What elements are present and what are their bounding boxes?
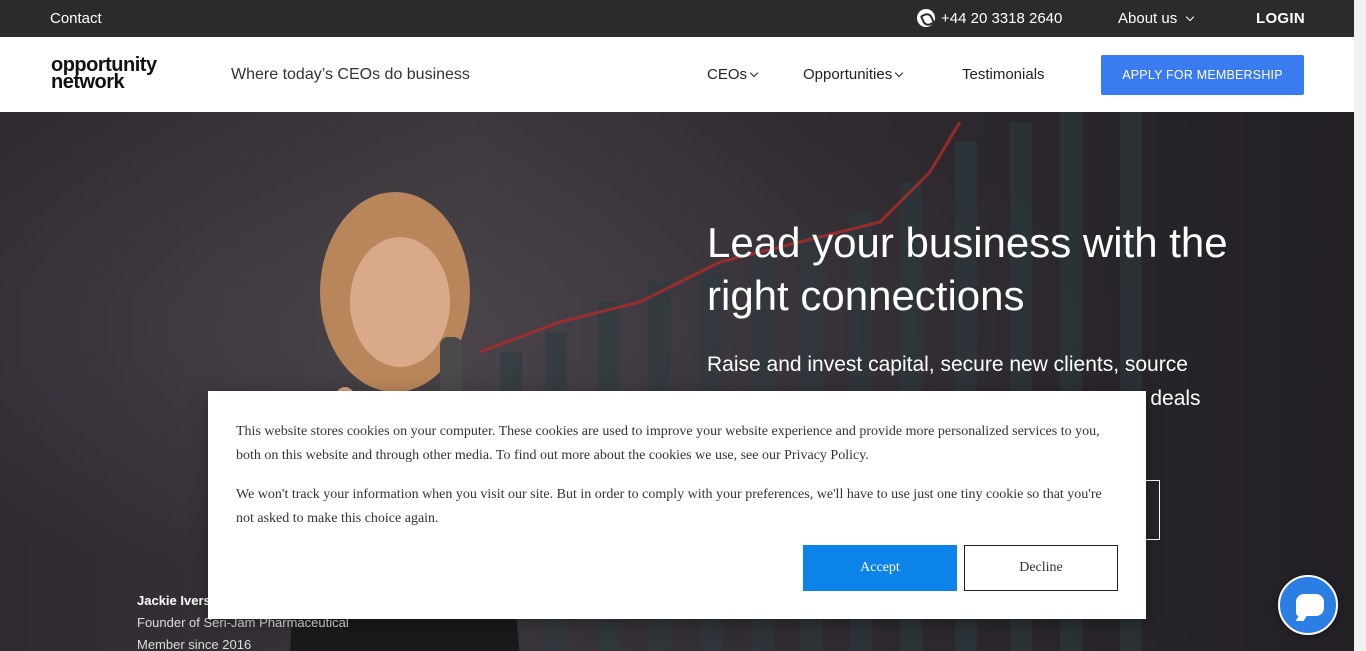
login-link[interactable]: LOGIN: [1256, 10, 1305, 27]
phone-link[interactable]: +44 20 3318 2640: [917, 9, 1062, 27]
chat-icon: [1296, 594, 1324, 616]
accept-cookies-button[interactable]: Accept: [803, 545, 957, 591]
decline-cookies-button[interactable]: Decline: [964, 545, 1118, 591]
chevron-down-icon: [749, 68, 759, 77]
chat-launcher-button[interactable]: [1278, 575, 1338, 635]
about-us-label: About us: [1118, 10, 1178, 27]
about-us-menu[interactable]: About us: [1118, 10, 1195, 27]
main-navigation: opportunity network Where today’s CEOs d…: [0, 37, 1354, 112]
nav-item-label: Opportunities: [803, 66, 893, 83]
chevron-down-icon: [894, 68, 904, 77]
nav-item-label: CEOs: [707, 66, 748, 83]
cookie-text-primary: This website stores cookies on your comp…: [236, 424, 1100, 463]
apply-for-membership-button[interactable]: APPLY FOR MEMBERSHIP: [1101, 55, 1304, 95]
cookie-text-secondary: We won't track your information when you…: [236, 487, 1102, 526]
hero-subheadline-line1: Raise and invest capital, secure new cli…: [707, 353, 1188, 376]
hero-headline: Lead your business with the right connec…: [707, 219, 1228, 319]
nav-item-label: Testimonials: [962, 66, 1045, 83]
cookie-consent-banner: This website stores cookies on your comp…: [208, 391, 1146, 619]
contact-link[interactable]: Contact: [50, 10, 102, 27]
chevron-down-icon: [1185, 12, 1195, 21]
top-utility-bar: Contact +44 20 3318 2640 About us LOGIN: [0, 0, 1354, 37]
brand-logo[interactable]: opportunity network: [51, 55, 157, 93]
whatsapp-icon: [917, 9, 935, 27]
member-since: Member since 2016: [137, 637, 252, 651]
nav-item-testimonials[interactable]: Testimonials: [962, 66, 1045, 83]
site-tagline: Where today’s CEOs do business: [231, 66, 470, 83]
phone-number: +44 20 3318 2640: [941, 9, 1063, 27]
page-scrollbar[interactable]: [1354, 0, 1366, 651]
nav-item-opportunities[interactable]: Opportunities: [803, 66, 904, 83]
logo-line-2: network: [51, 71, 125, 93]
nav-item-ceos[interactable]: CEOs: [707, 66, 759, 83]
